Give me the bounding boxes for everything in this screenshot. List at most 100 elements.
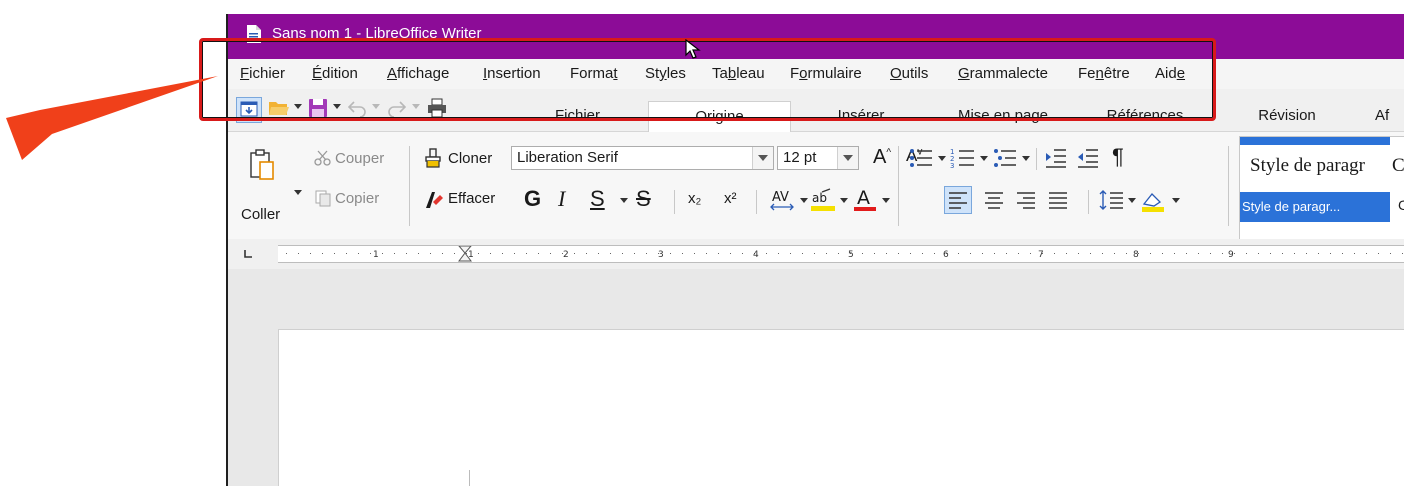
tab-origine[interactable]: Origine xyxy=(648,101,791,132)
paste-icon[interactable] xyxy=(248,148,276,182)
font-color-icon[interactable]: A xyxy=(852,186,878,212)
paragraph-background-icon[interactable] xyxy=(1140,186,1168,214)
document-page[interactable] xyxy=(278,329,1404,486)
style-preview-next[interactable]: C xyxy=(1392,155,1404,177)
menu-format[interactable]: Format xyxy=(570,65,618,82)
save-icon[interactable] xyxy=(307,97,329,119)
align-left-icon[interactable] xyxy=(944,186,972,214)
redo-icon[interactable] xyxy=(386,97,408,119)
superscript-button[interactable]: x² xyxy=(724,190,737,207)
menu-insertion[interactable]: Insertion xyxy=(483,65,541,82)
clear-formatting-icon[interactable] xyxy=(424,190,444,210)
ruler-dot xyxy=(982,253,983,254)
ruler-dot xyxy=(1270,253,1271,254)
tab-inserer[interactable]: Insérer xyxy=(791,101,931,131)
menu-styles[interactable]: Styles xyxy=(645,65,686,82)
subscript-button[interactable]: x₂ xyxy=(688,190,701,207)
ruler-dot xyxy=(550,253,551,254)
ruler-dot xyxy=(874,253,875,254)
style-preview-default[interactable]: Style de paragr xyxy=(1250,155,1365,177)
justify-icon[interactable] xyxy=(1044,186,1072,214)
ruler-dot xyxy=(1006,253,1007,254)
chevron-down-icon[interactable] xyxy=(980,156,988,161)
chevron-down-icon[interactable] xyxy=(412,104,420,109)
clone-formatting-icon[interactable] xyxy=(424,148,442,168)
menu-grammalecte[interactable]: Grammalecte xyxy=(958,65,1048,82)
font-name-combobox[interactable]: Liberation Serif xyxy=(511,146,774,170)
tab-mise-en-page[interactable]: Mise en page xyxy=(933,101,1073,131)
character-spacing-icon[interactable]: AV xyxy=(770,188,796,212)
chevron-down-icon[interactable] xyxy=(1128,198,1136,203)
numbered-list-icon[interactable]: 1 2 3 xyxy=(950,146,976,170)
chevron-down-icon[interactable] xyxy=(620,198,628,203)
menu-formulaire[interactable]: Formulaire xyxy=(790,65,862,82)
chevron-down-icon[interactable] xyxy=(840,198,848,203)
chevron-down-icon[interactable] xyxy=(333,104,341,109)
chevron-down-icon[interactable] xyxy=(294,104,302,109)
chevron-down-icon[interactable] xyxy=(800,198,808,203)
style-selected-label[interactable]: Style de paragr... xyxy=(1240,192,1390,222)
decrease-indent-icon[interactable] xyxy=(1076,146,1100,170)
style-next-label[interactable]: C xyxy=(1398,197,1404,213)
outline-list-icon[interactable] xyxy=(992,146,1018,170)
menu-edition[interactable]: Édition xyxy=(312,65,358,82)
underline-button[interactable]: S xyxy=(590,186,605,212)
tab-fichier[interactable]: Fichier xyxy=(525,101,630,131)
italic-button[interactable]: I xyxy=(558,186,565,212)
ruler-dot xyxy=(430,253,431,254)
menu-tableau[interactable]: Tableau xyxy=(712,65,765,82)
print-icon[interactable] xyxy=(426,97,448,119)
font-size-combobox[interactable]: 12 pt xyxy=(777,146,859,170)
menu-affichage[interactable]: Affichage xyxy=(387,65,449,82)
menu-fenetre[interactable]: Fenêtre xyxy=(1078,65,1130,82)
highlighting-icon[interactable]: ab xyxy=(810,188,836,212)
tab-affichage[interactable]: Af xyxy=(1359,101,1404,131)
paste-label[interactable]: Coller xyxy=(241,206,280,223)
strikethrough-button[interactable]: S xyxy=(636,186,651,212)
chevron-down-icon[interactable] xyxy=(752,147,773,169)
tab-stop-icon[interactable] xyxy=(242,248,254,260)
tab-references[interactable]: Références xyxy=(1075,101,1215,131)
chevron-down-icon[interactable] xyxy=(837,147,858,169)
ribbon-origine: Coller Couper Copier Cloner Effacer Libe… xyxy=(228,132,1404,240)
undo-icon[interactable] xyxy=(346,97,368,119)
ruler-dot xyxy=(1162,253,1163,254)
menu-toggle-icon[interactable] xyxy=(236,97,262,123)
scissors-icon[interactable] xyxy=(314,149,332,167)
menu-label: Aid xyxy=(1155,65,1177,82)
menu-fichier[interactable]: Fichier xyxy=(240,65,285,82)
copy-icon[interactable] xyxy=(314,189,332,207)
tab-revision[interactable]: Révision xyxy=(1217,101,1357,131)
ruler-dot xyxy=(334,253,335,254)
increase-indent-icon[interactable] xyxy=(1044,146,1068,170)
bullet-list-icon[interactable] xyxy=(908,146,934,170)
open-folder-icon[interactable] xyxy=(268,97,290,119)
clear-button[interactable]: Effacer xyxy=(448,190,495,207)
clone-button[interactable]: Cloner xyxy=(448,150,492,167)
formatting-marks-icon[interactable]: ¶ xyxy=(1112,144,1124,170)
separator xyxy=(1088,190,1089,214)
align-right-icon[interactable] xyxy=(1012,186,1040,214)
bold-button[interactable]: G xyxy=(524,186,541,212)
chevron-down-icon[interactable] xyxy=(372,104,380,109)
ruler-dot xyxy=(394,253,395,254)
line-spacing-icon[interactable] xyxy=(1098,186,1126,214)
title-bar[interactable]: Sans nom 1 - LibreOffice Writer xyxy=(228,14,1404,59)
ruler-dot xyxy=(598,253,599,254)
grow-font-icon[interactable]: A^ xyxy=(873,146,891,169)
chevron-down-icon[interactable] xyxy=(882,198,890,203)
cut-button[interactable]: Couper xyxy=(335,150,384,167)
paragraph-style-gallery[interactable]: Style de paragr C Style de paragr... C xyxy=(1239,136,1404,240)
chevron-down-icon[interactable] xyxy=(938,156,946,161)
menu-aide[interactable]: Aide xyxy=(1155,65,1185,82)
align-center-icon[interactable] xyxy=(980,186,1008,214)
chevron-down-icon[interactable] xyxy=(1022,156,1030,161)
separator xyxy=(674,190,675,214)
chevron-down-icon[interactable] xyxy=(294,190,302,195)
menu-accelerator: b xyxy=(727,65,737,82)
copy-button[interactable]: Copier xyxy=(335,190,379,207)
menu-outils[interactable]: Outils xyxy=(890,65,928,82)
horizontal-ruler[interactable]: 1123456789 xyxy=(278,245,1404,263)
ruler-dot xyxy=(1018,253,1019,254)
chevron-down-icon[interactable] xyxy=(1172,198,1180,203)
